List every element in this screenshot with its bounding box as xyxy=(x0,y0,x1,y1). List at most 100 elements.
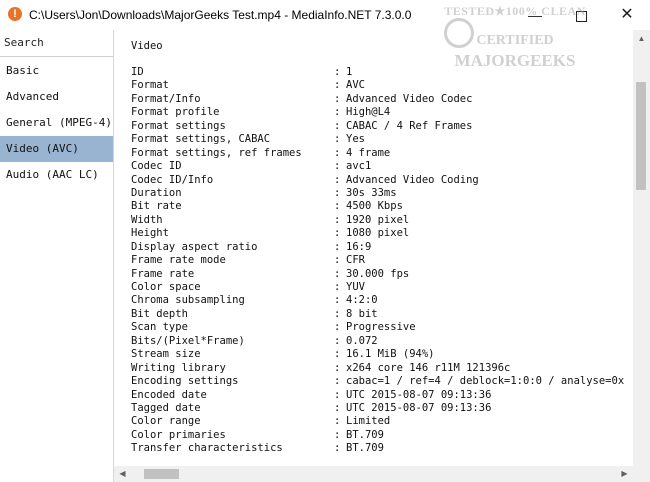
horizontal-scrollbar[interactable]: ◀ ▶ xyxy=(114,466,633,482)
info-value: 1920 pixel xyxy=(346,213,410,226)
info-label: Encoding settings xyxy=(131,375,239,388)
stream-list: Basic Advanced General (MPEG-4) Video (AVC)… xyxy=(0,58,113,188)
info-value: High@L4 xyxy=(346,106,391,119)
info-separator: : xyxy=(334,79,341,92)
info-value: CABAC / 4 Ref Frames xyxy=(346,119,473,132)
scroll-left-icon[interactable]: ◀ xyxy=(114,466,131,482)
info-separator: : xyxy=(334,133,341,146)
info-separator: : xyxy=(334,281,341,293)
info-label: Stream size xyxy=(131,348,201,361)
info-label: Tagged date xyxy=(131,401,201,414)
maximize-button[interactable] xyxy=(558,0,604,30)
info-label: Writing library xyxy=(131,361,226,374)
info-label: Codec ID/Info xyxy=(131,173,214,186)
scroll-right-icon[interactable]: ▶ xyxy=(616,466,633,482)
info-separator: : xyxy=(334,321,341,334)
info-value: Limited xyxy=(346,415,391,428)
info-label: Display aspect ratio xyxy=(131,240,258,253)
info-separator: : xyxy=(334,294,341,307)
title-bar: ! C:\Users\Jon\Downloads\MajorGeeks Test… xyxy=(0,0,650,30)
info-separator: : xyxy=(334,106,341,119)
info-value: 4 frame xyxy=(346,146,391,159)
section-title: Video xyxy=(131,40,163,52)
info-value: UTC 2015-08-07 09:13:36 xyxy=(346,401,492,414)
info-label: Codec ID xyxy=(131,160,182,173)
info-value: CFR xyxy=(346,254,365,267)
info-label: Encoded date xyxy=(131,388,207,401)
info-value: Yes xyxy=(346,133,365,146)
info-label: Format xyxy=(131,79,169,92)
info-separator: : xyxy=(334,186,341,199)
info-value: 16.1 MiB (94%) xyxy=(346,348,435,361)
info-label: Chroma subsampling xyxy=(131,294,245,307)
info-label: Color range xyxy=(131,415,201,428)
info-separator: : xyxy=(334,200,341,213)
info-label: Bit rate xyxy=(131,200,182,213)
info-separator: : xyxy=(334,240,341,253)
info-label: Color primaries xyxy=(131,428,226,441)
info-separator: : xyxy=(334,173,341,186)
info-value: 4:2:0 xyxy=(346,294,378,307)
info-label: Bit depth xyxy=(131,307,188,320)
info-value: Advanced Video Codec xyxy=(346,92,473,105)
info-separator: : xyxy=(334,401,341,414)
info-value: cabac=1 / ref=4 / deblock=1:0:0 / analys… xyxy=(346,375,625,388)
info-panel[interactable]: Video ID:1 Format: AVC Format/Info: Advanced… xyxy=(114,30,633,466)
minimize-button[interactable]: — xyxy=(512,0,558,30)
info-separator: : xyxy=(334,92,341,105)
info-separator: : xyxy=(334,160,341,173)
info-label: Frame rate mode xyxy=(131,254,226,267)
info-value: Progressive xyxy=(346,321,416,334)
vertical-scroll-thumb[interactable] xyxy=(636,82,646,190)
info-separator: : xyxy=(334,119,341,132)
info-value: 1 xyxy=(346,66,353,78)
info-value: BT.709 xyxy=(346,442,384,455)
info-separator: : xyxy=(334,254,341,267)
info-separator: : xyxy=(334,348,341,361)
info-label: Transfer characteristics xyxy=(131,442,283,455)
info-value: 8 bit xyxy=(346,307,378,320)
sidebar-item[interactable]: General (MPEG-4) xyxy=(0,110,113,136)
scroll-up-icon[interactable]: ▲ xyxy=(633,30,650,47)
info-value: 30s 33ms xyxy=(346,186,397,199)
info-value: 1080 pixel xyxy=(346,227,410,240)
info-label: Format settings, ref frames xyxy=(131,146,302,159)
info-label: Height xyxy=(131,227,169,240)
info-separator: : xyxy=(334,375,341,388)
info-separator: : xyxy=(334,428,341,441)
info-label: Scan type xyxy=(131,321,188,334)
info-value: 0.072 xyxy=(346,334,378,347)
info-value: 30.000 fps xyxy=(346,267,410,280)
info-value: x264 core 146 r11M 121396c xyxy=(346,361,511,374)
info-separator: : xyxy=(334,267,341,280)
sidebar: Search Basic Advanced General (MPEG-4) Vide… xyxy=(0,30,114,482)
info-separator: : xyxy=(334,213,341,226)
info-value: Advanced Video Coding xyxy=(346,173,479,186)
info-label: ID xyxy=(131,66,144,78)
info-label: Duration xyxy=(131,186,182,199)
scrollbar-corner xyxy=(633,466,650,482)
info-separator: : xyxy=(334,227,341,240)
window-title: C:\Users\Jon\Downloads\MajorGeeks Test.m… xyxy=(29,8,412,22)
info-separator: : xyxy=(334,415,341,428)
sidebar-item[interactable]: Basic xyxy=(0,58,113,84)
info-separator: : xyxy=(334,66,341,78)
info-value: 4500 Kbps xyxy=(346,200,403,213)
info-label: Format settings xyxy=(131,119,226,132)
info-separator: : xyxy=(334,307,341,320)
info-separator: : xyxy=(334,361,341,374)
search-input[interactable]: Search xyxy=(0,30,113,57)
sidebar-item[interactable]: Advanced xyxy=(0,84,113,110)
info-label: Bits/(Pixel*Frame) xyxy=(131,334,245,347)
vertical-scrollbar[interactable]: ▲ xyxy=(633,30,650,466)
sidebar-item[interactable]: Video (AVC) xyxy=(0,136,113,162)
info-value: 16:9 xyxy=(346,240,372,253)
info-label: Color space xyxy=(131,281,201,293)
sidebar-item[interactable]: Audio (AAC LC) xyxy=(0,162,113,188)
info-icon: ! xyxy=(8,7,22,21)
close-button[interactable]: ✕ xyxy=(604,0,650,30)
info-label: Format settings, CABAC xyxy=(131,133,271,146)
horizontal-scroll-thumb[interactable] xyxy=(144,469,179,479)
info-label: Format profile xyxy=(131,106,220,119)
info-separator: : xyxy=(334,388,341,401)
